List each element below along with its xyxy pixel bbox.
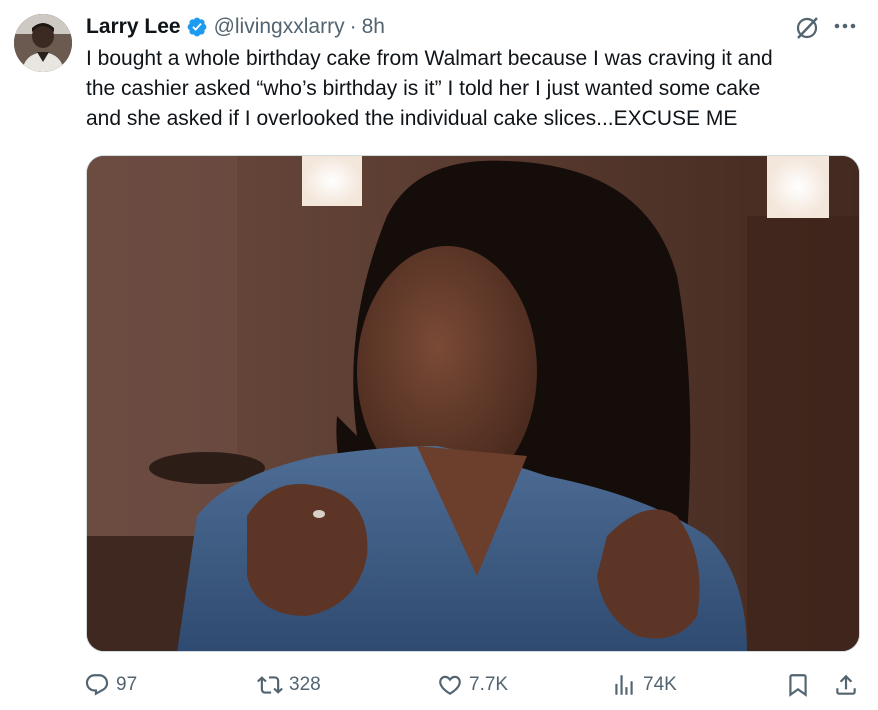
tweet-text-line: I bought a whole birthday cake from Walm…	[86, 47, 773, 70]
like-button[interactable]: 7.7K	[437, 664, 508, 706]
share-icon	[836, 674, 856, 695]
avatar[interactable]	[14, 14, 72, 72]
bookmark-icon	[789, 674, 807, 697]
bookmark-button[interactable]	[785, 664, 811, 706]
tweet-text-line: the cashier asked “who’s birthday is it”…	[86, 77, 761, 100]
views-icon	[615, 675, 633, 695]
tweet: Larry Lee @livingxxlarry · 8h I bought a…	[0, 0, 878, 710]
views-count: 74K	[643, 674, 677, 695]
media-image	[87, 156, 859, 651]
timestamp[interactable]: 8h	[362, 15, 385, 39]
reply-count: 97	[116, 674, 138, 695]
tweet-text-line: and she asked if I overlooked the indivi…	[86, 107, 738, 130]
separator-dot: ·	[349, 15, 357, 38]
views-button[interactable]: 74K	[611, 664, 677, 706]
tweet-media[interactable]	[86, 155, 860, 652]
like-count: 7.7K	[469, 674, 509, 695]
retweet-icon	[257, 676, 283, 694]
author-handle[interactable]: @livingxxlarry	[214, 15, 345, 39]
tweet-text: I bought a whole birthday cake from Walm…	[86, 44, 861, 134]
retweet-button[interactable]: 328	[257, 664, 321, 706]
verified-badge-icon[interactable]	[186, 16, 208, 38]
reply-button[interactable]: 97	[84, 664, 137, 706]
grok-icon[interactable]	[793, 14, 821, 42]
more-icon[interactable]	[830, 12, 860, 40]
share-button[interactable]	[833, 664, 859, 706]
retweet-count: 328	[289, 674, 321, 695]
heart-icon	[439, 675, 461, 695]
reply-icon	[85, 674, 109, 696]
author-name[interactable]: Larry Lee	[86, 15, 181, 39]
tweet-header: Larry Lee @livingxxlarry · 8h	[86, 12, 385, 42]
avatar-image	[14, 14, 72, 72]
action-bar: 97 328 7.7K 74K	[0, 664, 878, 710]
